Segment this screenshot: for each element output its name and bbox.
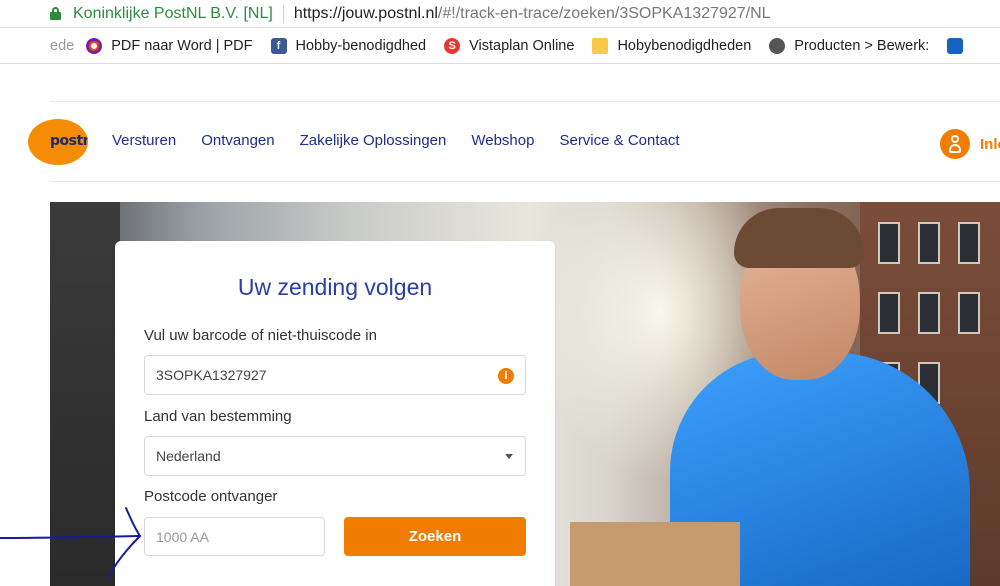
card-title: Uw zending volgen bbox=[237, 274, 433, 300]
nav-links: Versturen Ontvangen Zakelijke Oplossinge… bbox=[112, 132, 705, 149]
hero-window bbox=[878, 222, 900, 264]
vistaplan-icon: S bbox=[444, 37, 461, 54]
destination-value: Nederland bbox=[156, 448, 221, 464]
bookmark-label: PDF naar Word | PDF bbox=[111, 37, 253, 54]
bookmark-label: Hobybenodigdheden bbox=[617, 37, 752, 54]
lock-icon bbox=[50, 7, 61, 20]
url-path[interactable]: /#!/track-en-trace/zoeken/3SOPKA1327927/… bbox=[438, 5, 771, 23]
barcode-value: 3SOPKA1327927 bbox=[156, 367, 267, 383]
nav-versturen[interactable]: Versturen bbox=[112, 132, 176, 149]
bookmark-label: Vistaplan Online bbox=[469, 37, 575, 54]
hero-parcel bbox=[570, 522, 740, 586]
hero-window bbox=[958, 222, 980, 264]
login-button[interactable]: Inlo bbox=[940, 129, 1000, 159]
bookmark-hobby-benodigdheden-fb[interactable]: f Hobby-benodigdhed bbox=[270, 37, 427, 54]
postnl-logo[interactable]: postnl bbox=[28, 119, 88, 165]
main-nav: postnl Versturen Ontvangen Zakelijke Opl… bbox=[28, 102, 1000, 182]
folder-icon bbox=[592, 37, 609, 54]
postcode-label: Postcode ontvanger bbox=[144, 488, 278, 505]
header-top-strip bbox=[50, 64, 1000, 102]
destination-label: Land van bestemming bbox=[144, 408, 292, 425]
hero-window bbox=[958, 292, 980, 334]
address-bar[interactable]: Koninklijke PostNL B.V. [NL] https://jou… bbox=[0, 0, 1000, 28]
bookmark-producten[interactable]: Producten > Bewerk: bbox=[769, 37, 930, 54]
nav-webshop[interactable]: Webshop bbox=[471, 132, 534, 149]
track-trace-card: Uw zending volgen Vul uw barcode of niet… bbox=[115, 241, 555, 586]
postcode-input[interactable] bbox=[144, 517, 325, 556]
nav-zakelijke-oplossingen[interactable]: Zakelijke Oplossingen bbox=[300, 132, 447, 149]
chevron-down-icon bbox=[505, 454, 513, 459]
bookmark-label: ede bbox=[50, 37, 75, 54]
bookmark-app-icon bbox=[947, 37, 964, 54]
nav-ontvangen[interactable]: Ontvangen bbox=[201, 132, 274, 149]
bookmark-pdf-naar-word[interactable]: PDF naar Word | PDF bbox=[86, 37, 253, 54]
hero-person-hair bbox=[734, 208, 864, 268]
pdf-converter-icon bbox=[86, 37, 103, 54]
bookmark-truncated[interactable]: ede bbox=[50, 38, 74, 54]
hero-window bbox=[918, 292, 940, 334]
barcode-label: Vul uw barcode of niet-thuiscode in bbox=[144, 327, 377, 344]
url-domain[interactable]: https://jouw.postnl.nl bbox=[294, 5, 438, 23]
facebook-icon: f bbox=[270, 37, 287, 54]
logo-text: postnl bbox=[50, 133, 88, 149]
login-label: Inlo bbox=[980, 135, 1000, 153]
destination-select[interactable]: Nederland bbox=[144, 436, 526, 476]
nav-service-contact[interactable]: Service & Contact bbox=[559, 132, 679, 149]
hero-window bbox=[918, 222, 940, 264]
barcode-input[interactable]: 3SOPKA1327927 i bbox=[144, 355, 526, 395]
bookmark-label: Producten > Bewerk: bbox=[794, 37, 930, 54]
site-header: postnl Versturen Ontvangen Zakelijke Opl… bbox=[28, 64, 1000, 182]
gear-icon bbox=[769, 37, 786, 54]
address-separator bbox=[282, 4, 284, 23]
hero-window bbox=[878, 292, 900, 334]
bookmark-overflow[interactable] bbox=[947, 37, 972, 54]
bookmark-label: Hobby-benodigdhed bbox=[295, 37, 427, 54]
site-identity[interactable]: Koninklijke PostNL B.V. [NL] bbox=[73, 5, 273, 23]
user-icon bbox=[940, 129, 970, 159]
info-icon[interactable]: i bbox=[498, 368, 514, 384]
search-button[interactable]: Zoeken bbox=[344, 517, 526, 556]
bookmark-hobybenodigdheden[interactable]: Hobybenodigdheden bbox=[592, 37, 752, 54]
bookmark-vistaplan[interactable]: S Vistaplan Online bbox=[444, 37, 575, 54]
bookmarks-bar: ede PDF naar Word | PDF f Hobby-benodigdh… bbox=[0, 28, 1000, 64]
hero-building-left bbox=[50, 202, 120, 586]
